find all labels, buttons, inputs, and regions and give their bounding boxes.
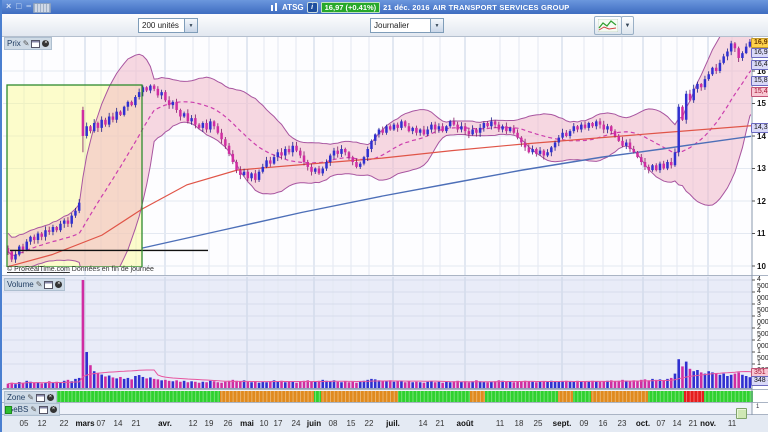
date-tick: 05	[20, 419, 29, 428]
date-tick: avr.	[158, 419, 172, 428]
keyboard-icon[interactable]	[33, 3, 51, 13]
volume-pane-header: Volume ✎ ×	[4, 278, 65, 291]
date-tick: 14	[114, 419, 123, 428]
date-tick: 18	[515, 419, 524, 428]
price-pane-header: Prix ✎ ×	[4, 37, 52, 50]
date-tick: oct.	[636, 419, 650, 428]
chart-style-button[interactable]	[594, 16, 622, 35]
date-axis: 051222mars071421avr.121926mai101724juin0…	[2, 0, 768, 432]
gebs-axis-value: 1	[756, 404, 759, 410]
window-icon[interactable]	[44, 281, 53, 289]
date-tick: 21	[436, 419, 445, 428]
gebs-signal-mark	[5, 406, 12, 414]
close-pane-icon[interactable]: ×	[50, 406, 57, 413]
price-pane-label: Prix	[7, 39, 21, 48]
window-icon[interactable]	[36, 394, 45, 402]
symbol-label[interactable]: ATSG	[282, 3, 304, 12]
date-tick: 26	[224, 419, 233, 428]
volume-pane-label: Volume	[7, 280, 34, 289]
date-tick: 17	[274, 419, 283, 428]
date-tick: juil.	[386, 419, 400, 428]
wrench-icon[interactable]: ✎	[23, 39, 30, 48]
instrument-header: ATSG i 16,97 (+0.41%) 21 déc. 2016 AIR T…	[270, 1, 570, 13]
scroll-handle-icon[interactable]	[736, 408, 747, 419]
maximize-window-button[interactable]: □	[16, 0, 21, 13]
window-icon[interactable]	[31, 40, 40, 48]
close-pane-icon[interactable]: ×	[47, 394, 54, 401]
instrument-name: AIR TRANSPORT SERVICES GROUP	[433, 3, 570, 12]
date-tick: mai	[240, 419, 254, 428]
chart-style-icon	[598, 19, 618, 32]
chart-style-dropdown[interactable]: ▼	[621, 16, 634, 35]
date-tick: 09	[580, 419, 589, 428]
date-tick: 24	[292, 419, 301, 428]
units-select[interactable]: 200 unités ▼	[138, 18, 198, 33]
copyright-notice: © ProRealTime.com Données en fin de jour…	[7, 266, 154, 273]
date-tick: 25	[534, 419, 543, 428]
prorealtime-window: × □ − ATSG i 16,97 (+0.41%) 21 déc. 2016…	[0, 0, 768, 432]
date-tick: 11	[728, 419, 736, 428]
instrument-date: 21 déc. 2016	[383, 3, 430, 12]
date-tick: 12	[38, 419, 47, 428]
date-tick: 23	[618, 419, 627, 428]
date-tick: 10	[260, 419, 269, 428]
prorealtime-link[interactable]: © ProRealTime.com	[7, 266, 70, 273]
period-select-arrow[interactable]: ▼	[430, 19, 443, 32]
close-window-button[interactable]: ×	[6, 0, 11, 13]
info-icon[interactable]: i	[307, 2, 318, 13]
date-tick: 14	[419, 419, 428, 428]
date-tick: mars	[75, 419, 94, 428]
date-tick: août	[457, 419, 474, 428]
wrench-icon[interactable]: ✎	[30, 405, 37, 414]
toolbar: 200 unités ▼ Journalier ▼ ▼	[2, 14, 768, 37]
date-tick: 22	[60, 419, 69, 428]
date-tick: 08	[329, 419, 338, 428]
date-tick: nov.	[700, 419, 716, 428]
minimize-window-button[interactable]: −	[26, 0, 31, 13]
date-tick: 12	[189, 419, 198, 428]
date-tick: sept.	[553, 419, 572, 428]
date-tick: 19	[205, 419, 214, 428]
window-icon[interactable]	[39, 406, 48, 414]
date-tick: 21	[132, 419, 141, 428]
date-tick: 11	[496, 419, 504, 428]
date-tick: 22	[365, 419, 374, 428]
date-tick: juin	[307, 419, 321, 428]
wrench-icon[interactable]: ✎	[27, 393, 34, 402]
close-pane-icon[interactable]: ×	[55, 281, 62, 288]
date-tick: 16	[599, 419, 608, 428]
period-select[interactable]: Journalier ▼	[370, 18, 444, 33]
close-pane-icon[interactable]: ×	[42, 40, 49, 47]
date-tick: 07	[97, 419, 106, 428]
last-price-badge: 16,97 (+0.41%)	[321, 2, 381, 13]
zone-pane-label: Zone	[7, 393, 25, 402]
date-tick: 15	[347, 419, 356, 428]
title-bar: × □ − ATSG i 16,97 (+0.41%) 21 déc. 2016…	[2, 0, 768, 14]
gebs-pane-header: GeBS ✎ ×	[4, 403, 60, 416]
date-tick: 14	[673, 419, 682, 428]
wrench-icon[interactable]: ✎	[36, 280, 43, 289]
date-tick: 07	[657, 419, 666, 428]
date-tick: 21	[689, 419, 698, 428]
candlestick-icon	[270, 3, 279, 12]
units-select-arrow[interactable]: ▼	[184, 19, 197, 32]
